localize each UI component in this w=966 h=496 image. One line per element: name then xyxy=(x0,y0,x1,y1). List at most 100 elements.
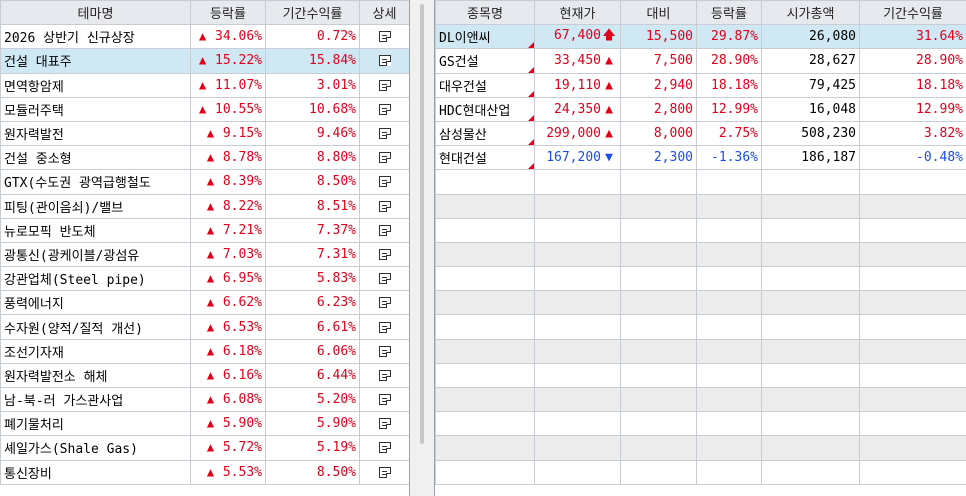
column-header-current-price[interactable]: 현재가 xyxy=(534,0,621,26)
column-header-change-rate[interactable]: 등락률 xyxy=(190,0,266,26)
theme-row[interactable]: 수자원(양적/질적 개선) ▲ 6.53% 6.61% xyxy=(0,314,409,340)
document-icon[interactable] xyxy=(378,31,391,43)
document-icon[interactable] xyxy=(378,224,391,236)
theme-row[interactable]: 2026 상반기 신규상장 ▲ 34.06% 0.72% xyxy=(0,24,409,50)
stock-name-cell[interactable]: 현대건설 xyxy=(435,145,535,171)
theme-detail-cell[interactable] xyxy=(359,48,409,74)
theme-name[interactable]: 2026 상반기 신규상장 xyxy=(0,24,191,50)
theme-name[interactable]: GTX(수도권 광역급행철도 xyxy=(0,169,191,195)
document-icon[interactable] xyxy=(378,152,391,164)
theme-row[interactable]: 광통신(광케이블/광섬유 ▲ 7.03% 7.31% xyxy=(0,241,409,268)
theme-row[interactable]: 건설 중소형 ▲ 8.78% 8.80% xyxy=(0,145,409,171)
theme-detail-cell[interactable] xyxy=(359,145,409,171)
document-icon[interactable] xyxy=(378,394,391,406)
theme-detail-cell[interactable] xyxy=(359,411,409,437)
theme-row[interactable]: 면역항암제 ▲ 11.07% 3.01% xyxy=(0,72,409,98)
theme-name[interactable]: 조선기자재 xyxy=(0,338,191,364)
theme-name[interactable]: 피팅(관이음쇠)/밸브 xyxy=(0,193,191,219)
theme-row[interactable]: 셰일가스(Shale Gas) ▲ 5.72% 5.19% xyxy=(0,435,409,461)
theme-name[interactable]: 면역항암제 xyxy=(0,72,191,98)
theme-name[interactable]: 수자원(양적/질적 개선) xyxy=(0,314,191,340)
theme-name[interactable]: 건설 중소형 xyxy=(0,145,191,171)
stock-name-cell[interactable]: 삼성물산 xyxy=(435,120,535,147)
theme-detail-cell[interactable] xyxy=(359,266,409,292)
theme-name[interactable]: 폐기물처리 xyxy=(0,411,191,437)
theme-name[interactable]: 원자력발전소 해체 xyxy=(0,362,191,389)
column-header-stock-name[interactable]: 종목명 xyxy=(435,0,535,26)
theme-row[interactable]: 건설 대표주 ▲ 15.22% 15.84% xyxy=(0,48,409,74)
theme-name[interactable]: 풍력에너지 xyxy=(0,290,191,316)
theme-row[interactable]: 강관업체(Steel pipe) ▲ 6.95% 5.83% xyxy=(0,266,409,292)
stock-row[interactable]: HDC현대산업 24,350 ▲ 2,800 12.99% 16,048 12.99% xyxy=(435,96,966,122)
document-icon[interactable] xyxy=(378,369,391,381)
theme-name[interactable]: 광통신(광케이블/광섬유 xyxy=(0,241,191,268)
splitter-handle[interactable] xyxy=(420,4,424,444)
theme-row[interactable]: 뉴로모픽 반도체 ▲ 7.21% 7.37% xyxy=(0,217,409,243)
theme-name[interactable]: 건설 대표주 xyxy=(0,48,191,74)
stock-row[interactable]: 대우건설 19,110 ▲ 2,940 18.18% 79,425 18.18% xyxy=(435,72,966,98)
column-header-period-return[interactable]: 기간수익률 xyxy=(265,0,360,26)
theme-row[interactable]: 원자력발전 ▲ 9.15% 9.46% xyxy=(0,120,409,147)
theme-detail-cell[interactable] xyxy=(359,362,409,389)
column-header-detail[interactable]: 상세 xyxy=(359,0,409,26)
theme-detail-cell[interactable] xyxy=(359,314,409,340)
document-icon[interactable] xyxy=(378,103,391,115)
theme-row[interactable]: 모듈러주택 ▲ 10.55% 10.68% xyxy=(0,96,409,122)
document-icon[interactable] xyxy=(378,345,391,357)
theme-row[interactable]: GTX(수도권 광역급행철도 ▲ 8.39% 8.50% xyxy=(0,169,409,195)
theme-detail-cell[interactable] xyxy=(359,459,409,485)
column-header-diff[interactable]: 대비 xyxy=(620,0,697,26)
theme-row[interactable]: 폐기물처리 ▲ 5.90% 5.90% xyxy=(0,411,409,437)
theme-name[interactable]: 뉴로모픽 반도체 xyxy=(0,217,191,243)
stock-row[interactable]: 현대건설 167,200 ▼ 2,300 -1.36% 186,187 -0.48% xyxy=(435,145,966,171)
theme-name[interactable]: 통신장비 xyxy=(0,459,191,485)
stock-row[interactable]: 삼성물산 299,000 ▲ 8,000 2.75% 508,230 3.82% xyxy=(435,120,966,147)
theme-detail-cell[interactable] xyxy=(359,24,409,50)
theme-name[interactable]: 모듈러주택 xyxy=(0,96,191,122)
theme-row[interactable]: 남-북-러 가스관사업 ▲ 6.08% 5.20% xyxy=(0,386,409,413)
theme-detail-cell[interactable] xyxy=(359,435,409,461)
theme-row[interactable]: 피팅(관이음쇠)/밸브 ▲ 8.22% 8.51% xyxy=(0,193,409,219)
theme-detail-cell[interactable] xyxy=(359,72,409,98)
document-icon[interactable] xyxy=(378,176,391,188)
theme-row[interactable]: 통신장비 ▲ 5.53% 8.50% xyxy=(0,459,409,485)
document-icon[interactable] xyxy=(378,128,391,140)
stock-name-cell[interactable]: 대우건설 xyxy=(435,72,535,98)
document-icon[interactable] xyxy=(378,248,391,260)
theme-name[interactable]: 원자력발전 xyxy=(0,120,191,147)
document-icon[interactable] xyxy=(378,466,391,478)
theme-detail-cell[interactable] xyxy=(359,217,409,243)
document-icon[interactable] xyxy=(378,79,391,91)
theme-row[interactable]: 원자력발전소 해체 ▲ 6.16% 6.44% xyxy=(0,362,409,389)
theme-row[interactable]: 조선기자재 ▲ 6.18% 6.06% xyxy=(0,338,409,364)
column-header-change-rate[interactable]: 등락률 xyxy=(696,0,762,26)
column-header-market-cap[interactable]: 시가총액 xyxy=(761,0,860,26)
theme-detail-cell[interactable] xyxy=(359,241,409,268)
stock-name-cell[interactable]: DL이앤씨 xyxy=(435,24,535,50)
document-icon[interactable] xyxy=(378,55,391,67)
document-icon[interactable] xyxy=(378,418,391,430)
theme-detail-cell[interactable] xyxy=(359,193,409,219)
theme-detail-cell[interactable] xyxy=(359,169,409,195)
theme-detail-cell[interactable] xyxy=(359,386,409,413)
stock-name-cell[interactable]: GS건설 xyxy=(435,48,535,74)
column-header-theme-name[interactable]: 테마명 xyxy=(0,0,191,26)
stock-row[interactable]: GS건설 33,450 ▲ 7,500 28.90% 28,627 28.90% xyxy=(435,48,966,74)
theme-detail-cell[interactable] xyxy=(359,290,409,316)
document-icon[interactable] xyxy=(378,200,391,212)
panel-splitter[interactable] xyxy=(410,0,434,496)
document-icon[interactable] xyxy=(378,321,391,333)
document-icon[interactable] xyxy=(378,442,391,454)
column-header-period-return[interactable]: 기간수익률 xyxy=(859,0,966,26)
stock-name-cell[interactable]: HDC현대산업 xyxy=(435,96,535,122)
theme-name[interactable]: 남-북-러 가스관사업 xyxy=(0,386,191,413)
theme-name[interactable]: 강관업체(Steel pipe) xyxy=(0,266,191,292)
document-icon[interactable] xyxy=(378,297,391,309)
theme-detail-cell[interactable] xyxy=(359,120,409,147)
theme-detail-cell[interactable] xyxy=(359,338,409,364)
theme-detail-cell[interactable] xyxy=(359,96,409,122)
theme-row[interactable]: 풍력에너지 ▲ 6.62% 6.23% xyxy=(0,290,409,316)
document-icon[interactable] xyxy=(378,273,391,285)
stock-row[interactable]: DL이앤씨 67,400🡅 15,500 29.87% 26,080 31.64% xyxy=(435,24,966,50)
theme-name[interactable]: 셰일가스(Shale Gas) xyxy=(0,435,191,461)
